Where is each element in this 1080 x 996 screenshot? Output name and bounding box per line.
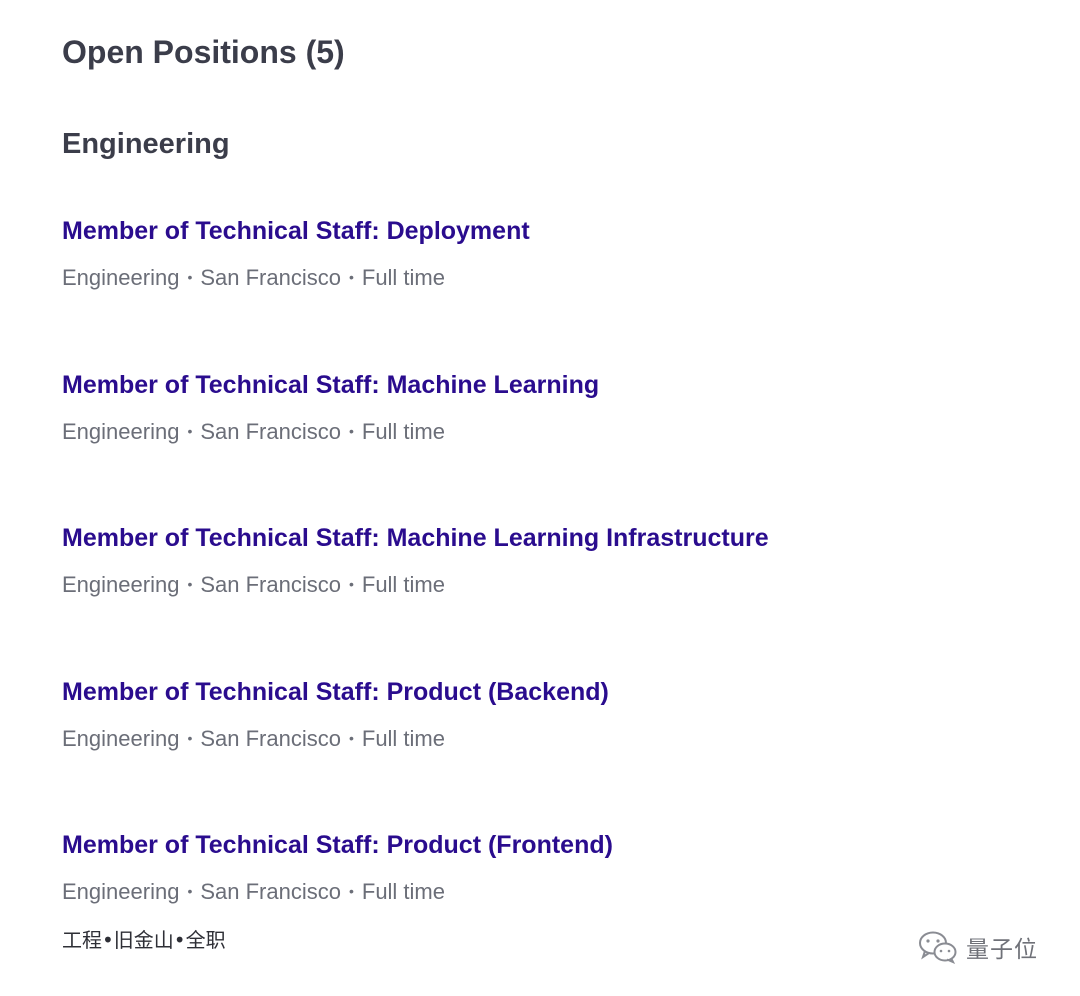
meta-separator: •: [187, 576, 193, 592]
meta-separator: •: [348, 269, 354, 285]
job-title-link[interactable]: Member of Technical Staff: Product (Back…: [62, 673, 1042, 711]
job-item: Member of Technical Staff: Deployment En…: [62, 212, 1042, 366]
job-department: Engineering: [62, 418, 180, 444]
meta-separator: •: [348, 729, 354, 746]
page-title: Open Positions (5): [62, 34, 345, 70]
meta-separator: •: [348, 883, 354, 899]
watermark-text: 量子位: [966, 937, 1038, 963]
meta-separator: •: [187, 729, 193, 746]
job-department: Engineering: [62, 879, 180, 904]
meta-separator: •: [187, 883, 193, 899]
job-type: Full time: [361, 572, 445, 597]
section-title-engineering: Engineering: [62, 128, 230, 160]
job-department: Engineering: [62, 572, 180, 597]
job-title-link[interactable]: Member of Technical Staff: Deployment: [62, 212, 1042, 250]
job-type: Full time: [361, 725, 445, 751]
job-item: Member of Technical Staff: Product (Fron…: [62, 826, 1042, 980]
job-location: San Francisco: [200, 265, 341, 290]
job-type: Full time: [361, 879, 445, 904]
meta-separator: •: [187, 269, 193, 285]
translation-caption: 工程•旧金山•全职: [62, 928, 226, 952]
wechat-icon: [918, 930, 958, 964]
meta-separator: •: [348, 422, 354, 439]
job-list: Member of Technical Staff: Deployment En…: [62, 212, 1042, 980]
job-meta: Engineering • San Francisco • Full time: [62, 723, 1042, 754]
job-department: Engineering: [62, 265, 180, 290]
job-meta: Engineering • San Francisco • Full time: [62, 569, 1042, 600]
job-location: San Francisco: [200, 879, 341, 904]
job-title-link[interactable]: Member of Technical Staff: Machine Learn…: [62, 366, 1042, 404]
job-location: San Francisco: [200, 418, 341, 444]
job-meta: Engineering • San Francisco • Full time: [62, 416, 1042, 447]
meta-separator: •: [348, 576, 354, 592]
job-type: Full time: [361, 418, 445, 444]
job-location: San Francisco: [200, 572, 341, 597]
watermark: 量子位: [918, 930, 1038, 964]
job-title-link[interactable]: Member of Technical Staff: Machine Learn…: [62, 519, 1042, 557]
job-department: Engineering: [62, 725, 180, 751]
job-type: Full time: [361, 265, 445, 290]
meta-separator: •: [187, 422, 193, 439]
job-meta: Engineering • San Francisco • Full time: [62, 876, 1042, 907]
job-meta: Engineering • San Francisco • Full time: [62, 262, 1042, 293]
job-title-link[interactable]: Member of Technical Staff: Product (Fron…: [62, 826, 1042, 864]
job-location: San Francisco: [200, 725, 341, 751]
job-item: Member of Technical Staff: Machine Learn…: [62, 366, 1042, 520]
job-item: Member of Technical Staff: Product (Back…: [62, 673, 1042, 827]
job-item: Member of Technical Staff: Machine Learn…: [62, 519, 1042, 673]
